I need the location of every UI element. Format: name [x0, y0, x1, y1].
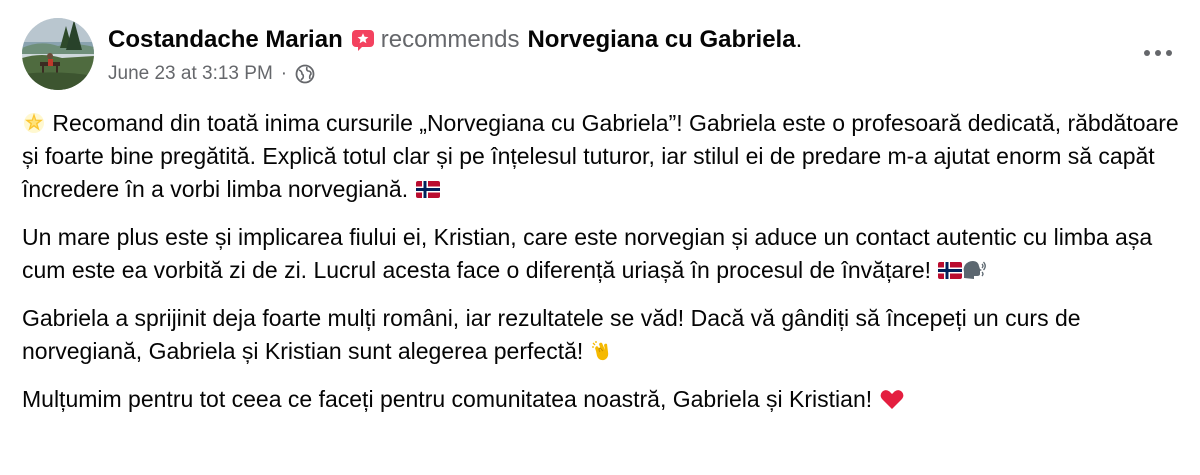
recommendation-post: Costandache Marian recommends Norvegiana… — [0, 0, 1200, 475]
paragraph-3-text: Gabriela a sprijinit deja foarte mulți r… — [22, 305, 1081, 364]
norway-flag-icon — [937, 258, 963, 282]
norway-flag-icon — [415, 177, 440, 201]
page-name-link[interactable]: Norvegiana cu Gabriela — [527, 26, 795, 54]
avatar-photo — [22, 18, 94, 90]
more-options-icon[interactable] — [1138, 38, 1178, 68]
post-paragraph-2: Un mare plus este și implicarea fiului e… — [22, 221, 1182, 287]
paragraph-1-text: Recomand din toată inima cursurile „Norv… — [22, 110, 1179, 202]
post-paragraph-3: Gabriela a sprijinit deja foarte mulți r… — [22, 302, 1182, 368]
title-period: . — [795, 26, 803, 53]
post-header: Costandache Marian recommends Norvegiana… — [22, 18, 1178, 90]
more-dot — [1166, 50, 1172, 56]
globe-icon[interactable] — [295, 64, 315, 84]
clapping-hands-icon — [590, 339, 614, 363]
red-heart-icon — [879, 387, 903, 411]
header-title-line: Costandache Marian recommends Norvegiana… — [108, 26, 802, 54]
speaking-head-icon — [961, 258, 987, 282]
recommend-star-icon — [351, 28, 375, 52]
timestamp-link[interactable]: June 23 at 3:13 PM — [108, 63, 273, 85]
author-name-link[interactable]: Costandache Marian — [108, 26, 343, 54]
avatar[interactable] — [22, 18, 94, 90]
post-paragraph-1: Recomand din toată inima cursurile „Norv… — [22, 107, 1182, 206]
more-dot — [1144, 50, 1150, 56]
post-paragraph-4: Mulțumim pentru tot ceea ce faceți pentr… — [22, 383, 1182, 416]
post-meta: June 23 at 3:13 PM · — [108, 63, 802, 85]
glowing-star-icon — [22, 111, 46, 135]
more-dot — [1155, 50, 1161, 56]
meta-separator: · — [280, 63, 288, 84]
post-body: Recomand din toată inima cursurile „Norv… — [22, 107, 1182, 431]
header-text: Costandache Marian recommends Norvegiana… — [108, 26, 802, 85]
recommends-label: recommends — [380, 26, 520, 53]
paragraph-4-text: Mulțumim pentru tot ceea ce faceți pentr… — [22, 386, 873, 412]
